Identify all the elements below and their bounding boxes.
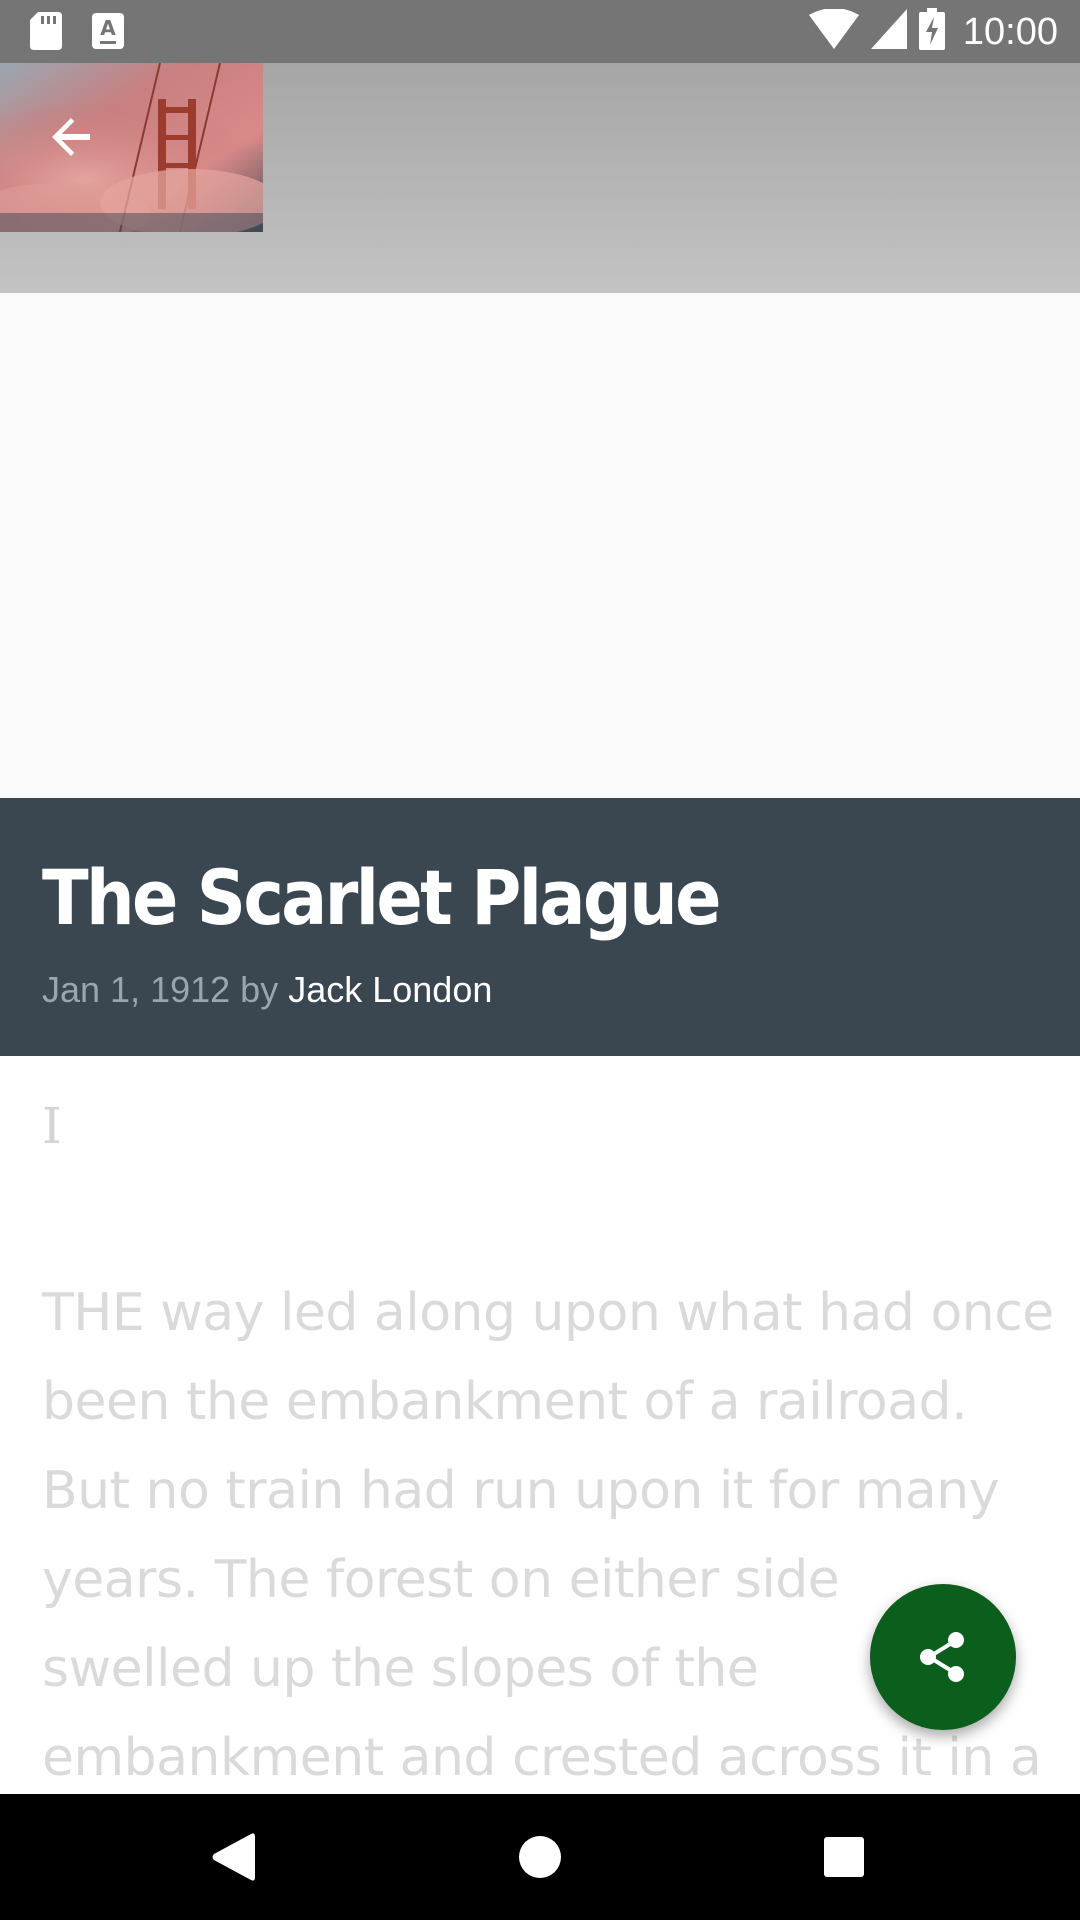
nav-recents-icon [824,1837,864,1877]
share-icon [920,1632,964,1682]
status-clock: 10:00 [962,10,1058,53]
chapter-heading: I [42,1097,62,1155]
article-title: The Scarlet Plague [42,853,721,942]
body-paragraph: THE way led along upon what had once bee… [42,1269,1054,1794]
battery-charging-icon [918,8,945,55]
author-link[interactable]: Jack London [288,969,492,1010]
status-bar: A 10:00 [0,0,1080,63]
nav-home-icon [519,1836,561,1878]
font-notification-icon: A [92,13,124,54]
nav-home-button[interactable] [507,1824,573,1890]
arrow-back-icon [52,118,90,156]
wifi-icon [808,8,859,54]
cell-signal-icon [870,9,907,54]
nav-recents-button[interactable] [811,1824,877,1890]
app-bar [0,63,1080,293]
system-icons: 10:00 [808,8,1058,55]
publish-date: Jan 1, 1912 [42,969,231,1010]
notification-icons: A [30,12,124,55]
nav-back-icon [212,1833,255,1881]
svg-text:A: A [100,16,116,40]
body-line: But no train had run upon it for many [42,1461,1000,1521]
article-byline: Jan 1, 1912 by Jack London [42,966,492,1014]
sd-card-icon [30,12,62,55]
share-button[interactable] [870,1584,1016,1730]
body-line: been the embankment of a railroad. [42,1372,968,1432]
navigation-bar [0,1794,1080,1920]
content-spacer [0,293,1080,798]
nav-back-button[interactable] [200,1824,266,1890]
body-line: THE way led along upon what had once [42,1283,1054,1343]
byline-by: by [240,969,279,1010]
article-screen: A 10:00 The Scarlet Plague Jan 1, 1912 b… [0,0,1080,1920]
body-line: embankment and crested across it in a [42,1728,1042,1788]
back-button[interactable] [36,101,108,173]
